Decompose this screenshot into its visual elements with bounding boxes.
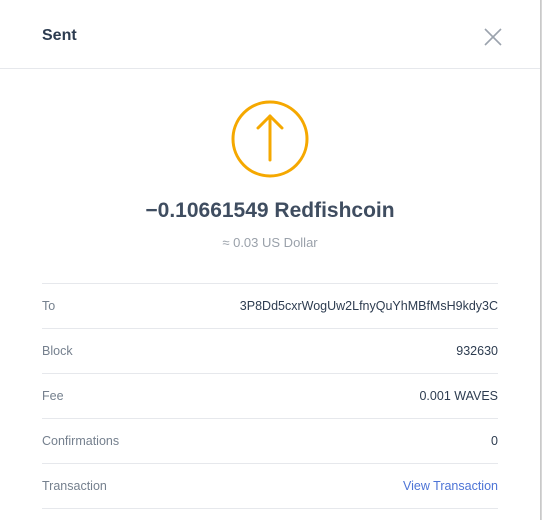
detail-label: Block	[42, 344, 73, 358]
detail-label: To	[42, 299, 56, 313]
detail-row-fee: Fee 0.001 WAVES	[42, 374, 498, 419]
view-transaction-link[interactable]: View Transaction	[403, 479, 498, 493]
close-icon	[484, 28, 502, 46]
detail-row-to: To 3P8Dd5cxrWogUw2LfnyQuYhMBfMsH9kdy3C	[42, 284, 498, 329]
detail-label: Transaction	[42, 479, 107, 493]
fiat-equivalent: ≈ 0.03 US Dollar	[222, 235, 318, 250]
screen: Sent −0.10661549 Redfishcoin ≈ 0.03 US D…	[0, 0, 542, 520]
block-number: 932630	[456, 344, 498, 358]
modal-header: Sent	[0, 0, 540, 69]
transaction-modal: Sent −0.10661549 Redfishcoin ≈ 0.03 US D…	[0, 0, 541, 520]
detail-label: Confirmations	[42, 434, 120, 448]
sent-status	[230, 99, 310, 184]
detail-row-transaction: Transaction View Transaction	[42, 464, 498, 509]
recipient-address: 3P8Dd5cxrWogUw2LfnyQuYhMBfMsH9kdy3C	[239, 299, 498, 313]
close-button[interactable]	[482, 26, 504, 48]
detail-label: Fee	[42, 389, 64, 403]
arrow-up-circle-icon	[231, 100, 309, 178]
sent-amount: −0.10661549 Redfishcoin	[145, 199, 395, 222]
fee-value: 0.001 WAVES	[419, 389, 498, 403]
detail-row-confirmations: Confirmations 0	[42, 419, 498, 464]
detail-row-block: Block 932630	[42, 329, 498, 374]
confirmations-count: 0	[491, 434, 498, 448]
transaction-details: To 3P8Dd5cxrWogUw2LfnyQuYhMBfMsH9kdy3C B…	[42, 283, 498, 509]
modal-title: Sent	[42, 27, 77, 44]
